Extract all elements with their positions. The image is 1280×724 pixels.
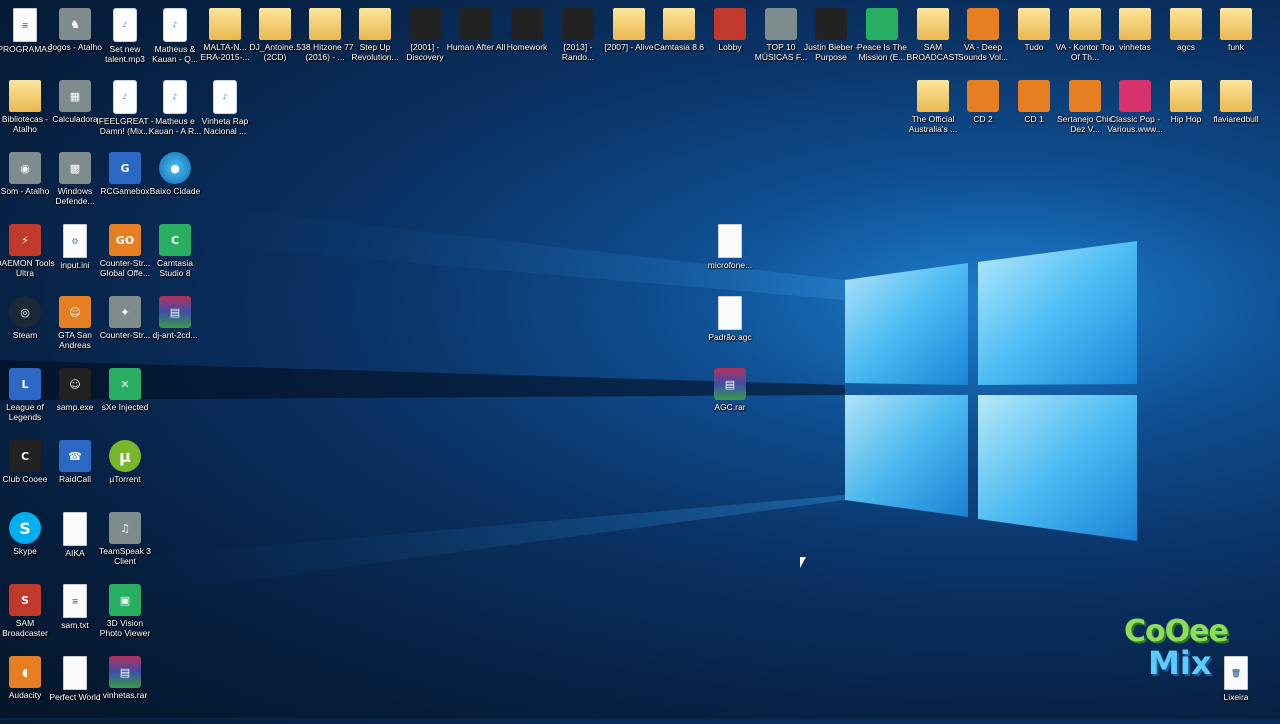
desktop-shortcut[interactable]: microfone...: [700, 220, 760, 292]
chess-icon: ♞: [59, 8, 91, 40]
folder-icon: [1220, 8, 1252, 40]
counter-strike-icon: ✦: [109, 296, 141, 328]
folder-icon: [259, 8, 291, 40]
3d-vision-icon: ▣: [109, 584, 141, 616]
folder-icon: [917, 80, 949, 112]
desktop-shortcut[interactable]: ● Baixo Cidade: [145, 148, 205, 220]
winrar-icon: ▤: [714, 368, 746, 400]
album-folder-icon: [866, 8, 898, 40]
gta-icon: ☺: [59, 296, 91, 328]
folder-icon: [613, 8, 645, 40]
mp3-icon: ♪: [213, 80, 237, 114]
desktop-shortcut[interactable]: ▣ 3D Vision Photo Viewer: [95, 580, 155, 652]
folder-icon: [309, 8, 341, 40]
club-cooee-icon: C: [9, 440, 41, 472]
mp3-icon: ♪: [113, 80, 137, 114]
album-folder-icon: [409, 8, 441, 40]
utorrent-icon: µ: [109, 440, 141, 472]
raidcall-icon: ☎: [59, 440, 91, 472]
desktop-shortcut-label: Vinheta Rap Nacional ...: [201, 116, 249, 136]
mouse-cursor-icon: [800, 557, 806, 568]
album-folder-icon: [562, 8, 594, 40]
album-folder-icon: [714, 8, 746, 40]
desktop-shortcut-label: Padrão.agc: [708, 332, 752, 342]
folder-icon: [1170, 80, 1202, 112]
desktop-shortcut-label: vinhetas.rar: [102, 690, 148, 700]
folder-icon: [1119, 8, 1151, 40]
steam-icon: ◎: [9, 296, 41, 328]
desktop-shortcut[interactable]: µ µTorrent: [95, 436, 155, 508]
album-folder-icon: [967, 8, 999, 40]
document-icon: ≡: [13, 8, 37, 42]
audacity-icon: ◖: [9, 656, 41, 688]
calculator-icon: ▦: [59, 80, 91, 112]
desktop-shortcut[interactable]: ♫ TeamSpeak 3 Client: [95, 508, 155, 580]
folder-icon: [359, 8, 391, 40]
desktop-shortcut[interactable]: ▤ dj-ant-2cd...: [145, 292, 205, 364]
rcgamebox-icon: G: [109, 152, 141, 184]
album-folder-icon: [460, 8, 492, 40]
desktop-shortcut[interactable]: ▤ AGC.rar: [700, 364, 760, 436]
desktop-shortcut-label: TeamSpeak 3 Client: [99, 546, 151, 566]
desktop-shortcut[interactable]: ✕ sXe Injected: [95, 364, 155, 436]
speaker-icon: ◉: [9, 152, 41, 184]
folder-icon: [1018, 8, 1050, 40]
cooee-mix-logo: CoOee Mix: [1124, 614, 1256, 684]
desktop-shortcut-label: flaviaredbull: [1213, 114, 1259, 124]
folder-icon: [1220, 80, 1252, 112]
desktop-shortcut-label: funk: [1227, 42, 1245, 52]
folder-icon: [663, 8, 695, 40]
folder-icon: [1069, 8, 1101, 40]
folder-icon: [209, 8, 241, 40]
desktop-shortcut[interactable]: ▤ vinhetas.rar: [95, 652, 155, 724]
folder-icon: [917, 8, 949, 40]
league-of-legends-icon: L: [9, 368, 41, 400]
sxe-icon: ✕: [109, 368, 141, 400]
daemon-tools-icon: ⚡: [9, 224, 41, 256]
desktop-shortcut[interactable]: Padrão.agc: [700, 292, 760, 364]
text-file-icon: ≡: [63, 584, 87, 618]
settings-file-icon: ⚙: [63, 224, 87, 258]
desktop-shortcut[interactable]: C Camtasia Studio 8: [145, 220, 205, 292]
skype-icon: S: [9, 512, 41, 544]
globe-icon: ●: [159, 152, 191, 184]
document-icon: [718, 296, 742, 330]
desktop-shortcut-label: AGC.rar: [714, 402, 746, 412]
sam-broadcaster-icon: S: [9, 584, 41, 616]
desktop-shortcut-label: 3D Vision Photo Viewer: [99, 618, 151, 638]
mp3-icon: ♪: [163, 8, 187, 42]
camtasia-icon: C: [159, 224, 191, 256]
desktop-shortcut-label: Lixeira: [1223, 692, 1249, 702]
winrar-icon: ▤: [109, 656, 141, 688]
folder-icon: [1170, 8, 1202, 40]
desktop-shortcut[interactable]: flaviaredbull: [1206, 76, 1266, 148]
desktop-shortcut-label: µTorrent: [109, 474, 141, 484]
album-folder-icon: [1119, 80, 1151, 112]
desktop-shortcut-label: sXe Injected: [101, 402, 149, 412]
mp3-icon: ♪: [163, 80, 187, 114]
winrar-icon: ▤: [159, 296, 191, 328]
document-icon: [63, 512, 87, 546]
desktop-shortcut[interactable]: funk: [1206, 4, 1266, 76]
album-folder-icon: [967, 80, 999, 112]
libraries-icon: [9, 80, 41, 112]
mp3-icon: ♪: [113, 8, 137, 42]
album-folder-icon: [1069, 80, 1101, 112]
desktop-shortcut-label: Camtasia Studio 8: [157, 258, 193, 278]
desktop-shortcut[interactable]: ♪ Vinheta Rap Nacional ...: [195, 76, 255, 148]
album-folder-icon: [1018, 80, 1050, 112]
album-folder-icon: [815, 8, 847, 40]
teamspeak-icon: ♫: [109, 512, 141, 544]
csgo-icon: GO: [109, 224, 141, 256]
album-folder-icon: [511, 8, 543, 40]
logo-text-mix: Mix: [1148, 644, 1212, 682]
desktop-shortcut-label: microfone...: [707, 260, 753, 270]
desktop-shortcut-label: Baixo Cidade: [149, 186, 201, 196]
document-icon: [718, 224, 742, 258]
album-folder-icon: [765, 8, 797, 40]
document-icon: [63, 656, 87, 690]
windows-defender-icon: ▩: [59, 152, 91, 184]
desktop-shortcut-label: dj-ant-2cd...: [152, 330, 198, 340]
samp-icon: ☺: [59, 368, 91, 400]
